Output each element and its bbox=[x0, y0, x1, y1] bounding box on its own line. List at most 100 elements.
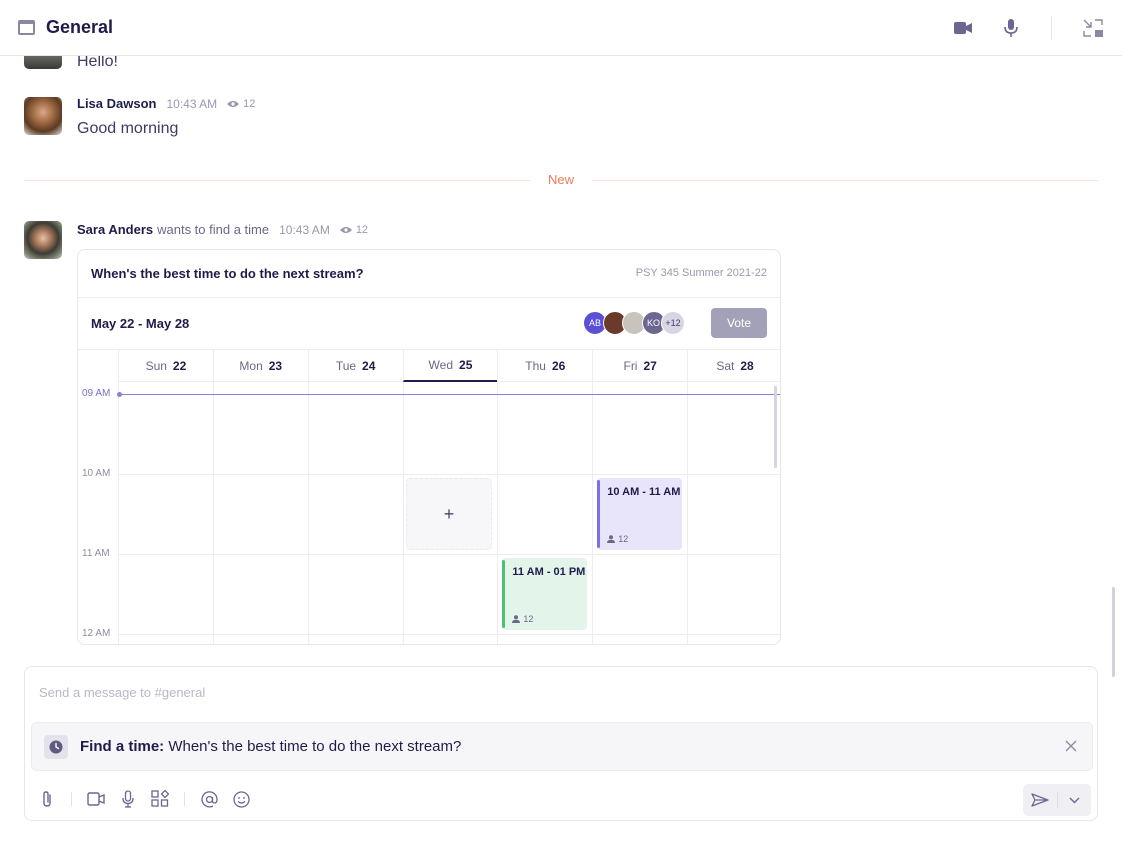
channel-header: General bbox=[0, 0, 1122, 56]
send-options-button[interactable] bbox=[1058, 784, 1091, 816]
event-time-range: 11 AM - 01 PM bbox=[512, 566, 586, 578]
day-header-thu[interactable]: Thu 26 bbox=[497, 350, 593, 382]
attachment-prefix: Find a time: bbox=[80, 738, 165, 755]
eye-icon bbox=[227, 100, 240, 107]
date-range: May 22 - May 28 bbox=[91, 316, 190, 331]
event-time-range: 10 AM - 11 AM bbox=[607, 486, 681, 498]
time-option-event[interactable]: 10 AM - 11 AM 12 bbox=[597, 478, 683, 550]
seen-count: 12 bbox=[227, 98, 255, 110]
attendee-count-value: 12 bbox=[618, 534, 629, 544]
eye-icon bbox=[339, 226, 352, 233]
mention-button[interactable] bbox=[198, 787, 220, 811]
hour-label: 09 AM bbox=[82, 388, 111, 399]
day-date: 28 bbox=[740, 358, 754, 373]
avatar[interactable] bbox=[24, 97, 62, 135]
toolbar-divider bbox=[184, 792, 185, 806]
minimize-icon bbox=[1083, 19, 1103, 37]
day-column-border bbox=[497, 382, 499, 644]
audio-call-button[interactable] bbox=[999, 16, 1023, 40]
apps-button[interactable] bbox=[149, 787, 171, 811]
timestamp: 10:43 AM bbox=[279, 222, 330, 237]
person-icon bbox=[512, 615, 521, 623]
attachment-text: Find a time: When's the best time to do … bbox=[80, 738, 461, 755]
send-controls bbox=[1023, 784, 1091, 816]
time-option-event[interactable]: 11 AM - 01 PM 12 bbox=[502, 558, 588, 630]
avatar[interactable] bbox=[24, 221, 62, 259]
calendar-scrollbar[interactable] bbox=[774, 386, 777, 468]
day-of-week: Wed bbox=[428, 358, 454, 372]
video-call-button[interactable] bbox=[951, 16, 975, 40]
clock-icon-wrap bbox=[44, 735, 68, 759]
hour-gridline bbox=[118, 474, 780, 475]
send-button[interactable] bbox=[1023, 784, 1057, 816]
day-column-border bbox=[212, 382, 214, 644]
current-time-dot bbox=[117, 392, 122, 397]
author-name[interactable]: Lisa Dawson bbox=[77, 96, 156, 111]
video-camera-icon bbox=[954, 22, 972, 34]
day-date: 25 bbox=[459, 358, 473, 372]
day-of-week: Fri bbox=[623, 358, 638, 373]
day-date: 24 bbox=[362, 358, 376, 373]
event-attendee-count: 12 bbox=[512, 614, 533, 624]
day-date: 27 bbox=[643, 358, 657, 373]
day-column-border bbox=[592, 382, 594, 644]
day-header-mon[interactable]: Mon 23 bbox=[212, 350, 308, 382]
day-header-tue[interactable]: Tue 24 bbox=[307, 350, 403, 382]
current-time-line bbox=[119, 394, 780, 395]
hour-gridline bbox=[118, 634, 780, 635]
find-time-card: When's the best time to do the next stre… bbox=[77, 249, 781, 645]
find-time-attachment: Find a time: When's the best time to do … bbox=[31, 722, 1093, 771]
new-messages-label: New bbox=[530, 172, 592, 187]
minimize-button[interactable] bbox=[1081, 16, 1105, 40]
message-input[interactable] bbox=[39, 681, 1079, 703]
attendee-count-value: 12 bbox=[523, 614, 534, 624]
clock-icon bbox=[49, 740, 63, 754]
emoji-icon bbox=[232, 790, 250, 808]
header-divider bbox=[1051, 16, 1052, 40]
vote-button[interactable]: Vote bbox=[711, 308, 767, 338]
apps-icon bbox=[151, 790, 169, 807]
message-text: Good morning bbox=[77, 120, 179, 137]
add-time-slot[interactable]: + bbox=[405, 478, 493, 550]
course-label: PSY 345 Summer 2021-22 bbox=[635, 267, 767, 279]
day-header-fri[interactable]: Fri 27 bbox=[592, 350, 688, 382]
day-header-wed[interactable]: Wed 25 bbox=[402, 350, 498, 382]
author-name[interactable]: Sara Anders bbox=[77, 222, 153, 237]
event-accent-bar bbox=[597, 480, 601, 548]
emoji-button[interactable] bbox=[230, 787, 252, 811]
day-header-sat[interactable]: Sat 28 bbox=[687, 350, 780, 382]
day-column-border bbox=[687, 382, 689, 644]
channel-title: General bbox=[46, 17, 114, 37]
close-icon bbox=[1065, 740, 1077, 752]
seen-count-value: 12 bbox=[243, 97, 256, 110]
video-button[interactable] bbox=[85, 787, 107, 811]
day-date: 26 bbox=[551, 358, 566, 373]
hour-label: 11 AM bbox=[82, 548, 110, 559]
day-of-week: Tue bbox=[335, 358, 357, 373]
message-meta: Lisa Dawson 10:43 AM 12 bbox=[77, 96, 255, 111]
day-date: 23 bbox=[268, 358, 283, 373]
chat-scrollbar[interactable] bbox=[1112, 587, 1115, 677]
seen-count: 12 bbox=[339, 224, 368, 236]
event-accent-bar bbox=[502, 560, 506, 628]
remove-attachment-button[interactable] bbox=[1062, 737, 1080, 755]
hour-label: 12 AM bbox=[82, 628, 111, 639]
microphone-icon bbox=[122, 790, 134, 808]
toolbar-divider bbox=[71, 792, 72, 806]
paperclip-icon bbox=[43, 791, 51, 807]
channel-window-icon bbox=[18, 20, 35, 35]
day-of-week: Sun bbox=[145, 358, 167, 373]
hour-label: 10 AM bbox=[82, 468, 111, 479]
time-gutter-border bbox=[118, 382, 119, 644]
day-of-week: Mon bbox=[239, 358, 263, 373]
attach-file-button[interactable] bbox=[36, 787, 58, 811]
event-attendee-count: 12 bbox=[607, 534, 628, 544]
day-column-border bbox=[307, 382, 309, 644]
card-subheader: May 22 - May 28 AB KO +12 Vote bbox=[78, 298, 780, 350]
voice-message-button[interactable] bbox=[117, 787, 139, 811]
chevron-down-icon bbox=[1069, 797, 1080, 803]
message-composer: Find a time: When's the best time to do … bbox=[24, 666, 1098, 821]
more-voters-badge[interactable]: +12 bbox=[661, 311, 685, 335]
day-header-sun[interactable]: Sun 22 bbox=[118, 350, 213, 382]
day-date: 22 bbox=[172, 358, 187, 373]
